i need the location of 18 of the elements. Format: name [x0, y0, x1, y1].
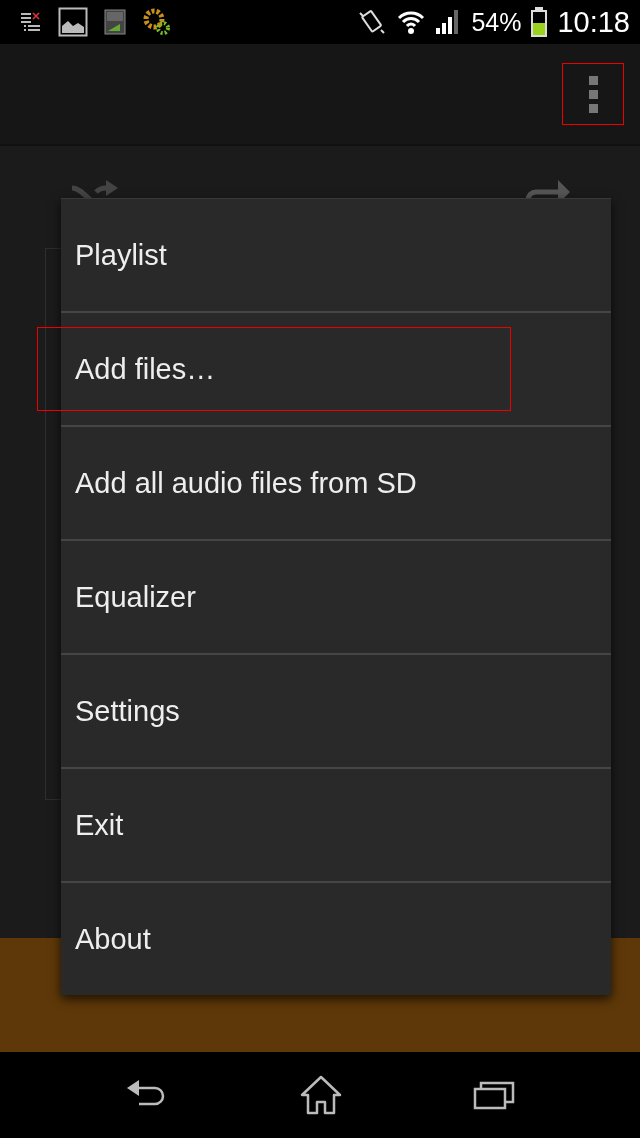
clock-time: 10:18 [557, 5, 630, 39]
menu-item[interactable]: Equalizer [61, 541, 611, 655]
menu-item[interactable]: Add all audio files from SD [61, 427, 611, 541]
battery-icon [531, 7, 548, 37]
overflow-menu-button[interactable] [562, 63, 624, 125]
battery-percent: 54% [471, 7, 522, 37]
menu-item[interactable]: Playlist [61, 199, 611, 313]
gears-icon [142, 7, 172, 37]
image-icon [58, 7, 88, 37]
home-icon[interactable] [300, 1075, 342, 1115]
menu-item[interactable]: Add files… [61, 313, 611, 427]
wifi-icon [397, 9, 426, 35]
menu-item[interactable]: Settings [61, 655, 611, 769]
notification-list-icon [20, 11, 42, 33]
recent-apps-icon[interactable] [472, 1080, 515, 1110]
menu-item[interactable]: Exit [61, 769, 611, 883]
menu-item[interactable]: About [61, 883, 611, 995]
sim-card-icon [104, 9, 126, 35]
